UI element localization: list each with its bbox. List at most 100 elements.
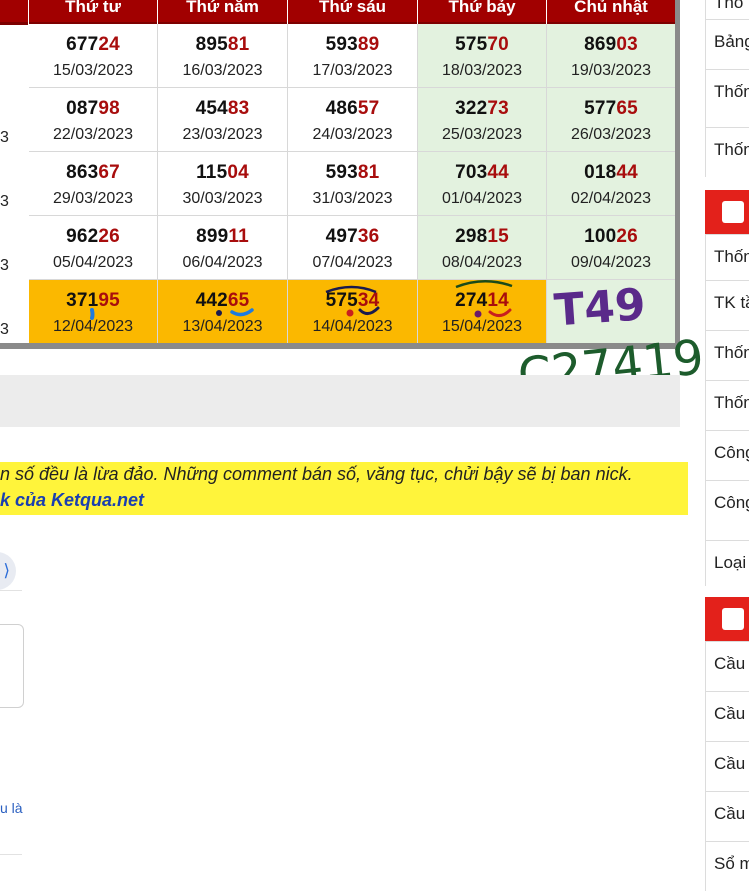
- sidebar-item[interactable]: Thố: [705, 0, 749, 19]
- number-head: 575: [455, 34, 488, 55]
- number-head: 577: [584, 98, 617, 119]
- table-bottom-border: [0, 343, 679, 349]
- result-date: 07/04/2023: [312, 254, 393, 271]
- result-number: 57570: [418, 34, 546, 56]
- result-cell[interactable]: 96226 05/04/2023: [29, 216, 158, 280]
- right-sidebar: ThốBảngThốn theoThốnThốnTK tầThốnThốnCôn…: [705, 0, 749, 891]
- number-tail: 36: [357, 226, 380, 247]
- result-date: 16/03/2023: [182, 62, 263, 79]
- number-head: 899: [196, 226, 229, 247]
- result-date: 05/04/2023: [52, 254, 134, 271]
- number-tail: 65: [616, 98, 638, 119]
- results-table: Thứ tư Thứ năm Thứ sáu Thứ bảy Chủ nhật …: [0, 0, 680, 350]
- grey-band: [0, 375, 680, 427]
- result-cell[interactable]: 01844 02/04/2023: [547, 152, 676, 216]
- number-tail: 44: [616, 162, 638, 183]
- result-date: 17/03/2023: [312, 62, 393, 79]
- result-cell[interactable]: 29815 08/04/2023: [418, 216, 547, 280]
- result-number: 59389: [288, 34, 417, 56]
- sidebar-item[interactable]: Thốn theo: [705, 69, 749, 127]
- sidebar-item[interactable]: Thốn: [705, 127, 749, 177]
- row-left-fragment: 3: [0, 321, 9, 338]
- result-number: 49736: [288, 226, 417, 248]
- result-cell[interactable]: 59389 17/03/2023: [288, 24, 418, 88]
- result-cell[interactable]: 48657 24/03/2023: [288, 88, 418, 152]
- result-cell[interactable]: 11504 30/03/2023: [158, 152, 288, 216]
- result-date: 13/04/2023: [182, 318, 263, 335]
- number-tail: 65: [227, 290, 250, 311]
- sidebar-item[interactable]: Công: [705, 430, 749, 480]
- sidebar-item[interactable]: Công VIP: [705, 480, 749, 540]
- number-head: 100: [584, 226, 617, 247]
- result-cell[interactable]: 27414 15/04/2023: [418, 280, 547, 344]
- zoom-icon[interactable]: [705, 597, 749, 641]
- header-sat: Thứ bảy: [418, 0, 546, 25]
- result-cell[interactable]: 57570 18/03/2023: [418, 24, 547, 88]
- result-date: 29/03/2023: [52, 190, 134, 207]
- result-cell[interactable]: 08798 22/03/2023: [29, 88, 158, 152]
- result-date: 31/03/2023: [312, 190, 393, 207]
- number-tail: 24: [98, 34, 120, 55]
- result-cell[interactable]: 70344 01/04/2023: [418, 152, 547, 216]
- result-cell[interactable]: 37195 12/04/2023: [29, 280, 158, 344]
- sidebar-item[interactable]: Bảng: [705, 19, 749, 69]
- header-sun: Chủ nhật: [547, 0, 675, 25]
- number-head: 018: [584, 162, 617, 183]
- number-head: 703: [455, 162, 488, 183]
- header-thu: Thứ năm: [158, 0, 287, 25]
- result-cell[interactable]: 32273 25/03/2023: [418, 88, 547, 152]
- sidebar-item[interactable]: Thốn: [705, 330, 749, 380]
- number-head: 442: [195, 290, 228, 311]
- number-head: 677: [66, 34, 99, 55]
- number-tail: 26: [616, 226, 638, 247]
- comment-input[interactable]: [0, 624, 24, 708]
- number-head: 371: [66, 290, 99, 311]
- result-cell[interactable]: 57534 14/04/2023: [288, 280, 418, 344]
- sidebar-item[interactable]: Loại: [705, 540, 749, 586]
- result-cell[interactable]: 10026 09/04/2023: [547, 216, 676, 280]
- sidebar-item[interactable]: TK tầ: [705, 280, 749, 330]
- sidebar-item[interactable]: Thốn: [705, 380, 749, 430]
- result-number: 57765: [547, 98, 675, 120]
- number-head: 087: [66, 98, 99, 119]
- number-tail: 03: [616, 34, 638, 55]
- result-date: 14/04/2023: [312, 318, 393, 335]
- chart-icon[interactable]: [705, 190, 749, 234]
- result-number: 11504: [158, 162, 287, 184]
- number-head: 575: [325, 290, 358, 311]
- sidebar-item[interactable]: Sổ m: [705, 841, 749, 891]
- number-tail: 57: [357, 98, 380, 119]
- result-date: 18/03/2023: [441, 62, 523, 79]
- result-date: 30/03/2023: [182, 190, 263, 207]
- ketqua-link[interactable]: k của Ketqua.net: [0, 490, 144, 511]
- number-tail: 15: [487, 226, 509, 247]
- sidebar-item[interactable]: Thốn: [705, 234, 749, 280]
- result-cell[interactable]: 86903 19/03/2023: [547, 24, 676, 88]
- header-fri: Thứ sáu: [288, 0, 417, 25]
- result-cell[interactable]: 89911 06/04/2023: [158, 216, 288, 280]
- result-cell[interactable]: 44265 13/04/2023: [158, 280, 288, 344]
- result-number: 45483: [158, 98, 287, 120]
- sidebar-item[interactable]: Cầu: [705, 641, 749, 691]
- result-cell[interactable]: 67724 15/03/2023: [29, 24, 158, 88]
- sidebar-item[interactable]: Cầu: [705, 691, 749, 741]
- result-cell[interactable]: 89581 16/03/2023: [158, 24, 288, 88]
- share-icon[interactable]: ⟩: [0, 552, 16, 590]
- number-tail: 67: [98, 162, 120, 183]
- result-cell[interactable]: 57765 26/03/2023: [547, 88, 676, 152]
- result-cell[interactable]: 45483 23/03/2023: [158, 88, 288, 152]
- result-cell[interactable]: 49736 07/04/2023: [288, 216, 418, 280]
- number-tail: 44: [487, 162, 509, 183]
- result-date: 15/03/2023: [52, 62, 134, 79]
- sidebar-item[interactable]: Cầu: [705, 741, 749, 791]
- result-cell[interactable]: 86367 29/03/2023: [29, 152, 158, 216]
- sidebar-item[interactable]: Cầu: [705, 791, 749, 841]
- number-head: 298: [455, 226, 488, 247]
- comment-link-fragment[interactable]: u là: [0, 800, 23, 816]
- table-right-border: [675, 0, 680, 350]
- row-left-fragment: 3: [0, 129, 9, 146]
- result-cell[interactable]: [547, 280, 676, 344]
- result-cell[interactable]: 59381 31/03/2023: [288, 152, 418, 216]
- number-tail: 81: [227, 34, 250, 55]
- number-tail: 34: [357, 290, 380, 311]
